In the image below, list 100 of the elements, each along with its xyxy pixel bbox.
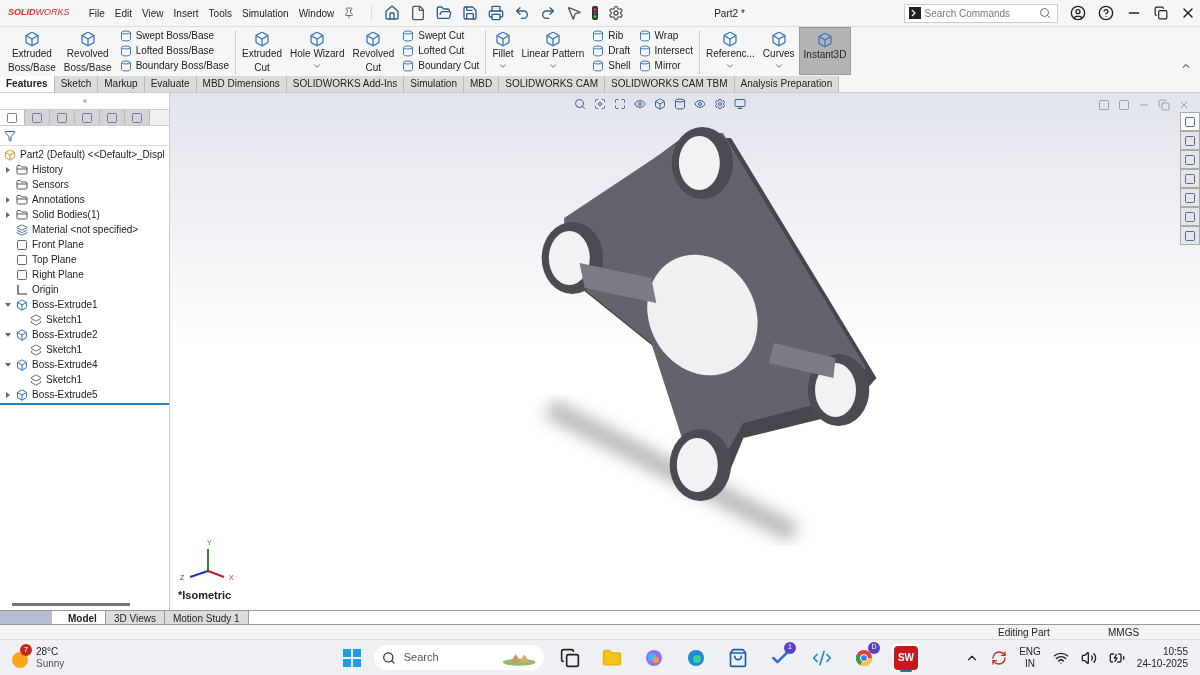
tree-item[interactable]: Boss-Extrude1 <box>32 297 98 312</box>
tree-item[interactable]: Solid Bodies(1) <box>32 207 100 222</box>
tree-item[interactable]: Material <not specified> <box>32 222 139 237</box>
tree-item[interactable]: Right Plane <box>32 267 84 282</box>
expand-arrow-icon[interactable] <box>5 211 11 218</box>
ribbon-button[interactable]: Referenc... <box>701 27 759 75</box>
tree-item[interactable]: Boss-Extrude2 <box>32 327 98 342</box>
traffic-light-icon[interactable] <box>592 6 599 20</box>
language-text[interactable]: ENG <box>1019 645 1041 658</box>
ribbon-button[interactable]: Instant3D <box>798 27 852 75</box>
view-tool-icon[interactable] <box>614 98 626 110</box>
filter-icon[interactable] <box>4 129 16 142</box>
view-tool-icon[interactable] <box>734 98 746 110</box>
ribbon-button[interactable]: Mirror <box>634 59 697 73</box>
panel-tab[interactable] <box>100 110 125 125</box>
tab[interactable]: 3D Views <box>105 611 165 624</box>
ribbon-button[interactable]: Swept Cut <box>398 29 484 43</box>
panel-tab[interactable] <box>0 110 25 125</box>
ribbon-button[interactable]: Lofted Boss/Base <box>115 44 233 58</box>
task-pane-tab[interactable] <box>1180 150 1200 169</box>
view-tool-icon[interactable] <box>674 98 686 110</box>
settings-icon[interactable] <box>608 5 625 21</box>
view-tool-icon[interactable] <box>574 98 586 110</box>
collapse-arrow-icon[interactable] <box>5 301 11 308</box>
tree-item[interactable]: Sketch1 <box>46 372 83 387</box>
ribbon-button[interactable]: Swept Boss/Base <box>115 29 233 43</box>
task-pane-tab[interactable] <box>1180 169 1200 188</box>
tree-root[interactable]: Part2 (Default) <<Default>_Displ <box>20 147 165 162</box>
tab[interactable]: Motion Study 1 <box>164 611 249 624</box>
task-pane-tab[interactable] <box>1180 188 1200 207</box>
units-text[interactable]: MMGS <box>1108 624 1168 640</box>
new-file-icon[interactable] <box>410 5 427 21</box>
tree-item[interactable]: Origin <box>32 282 59 297</box>
search-input[interactable]: Search Commands <box>924 5 1035 21</box>
view-tool-icon[interactable] <box>714 98 726 110</box>
tree-item[interactable]: Front Plane <box>32 237 84 252</box>
view-tool-icon[interactable] <box>694 98 706 110</box>
taskbar-search-field[interactable]: Search <box>374 645 544 670</box>
panel-tab[interactable] <box>25 110 50 125</box>
tree-item[interactable]: Boss-Extrude5 <box>32 387 98 402</box>
windows-start-icon[interactable] <box>342 647 362 668</box>
tree-item[interactable]: History <box>32 162 64 177</box>
restore-icon[interactable] <box>1154 6 1168 20</box>
print-icon[interactable] <box>488 5 505 21</box>
menu-item[interactable]: View <box>137 5 169 21</box>
search-field[interactable]: Search Commands <box>903 3 1058 23</box>
menu-item[interactable]: Insert <box>168 5 204 21</box>
tree-item[interactable]: Boss-Extrude4 <box>32 357 98 372</box>
ribbon-button[interactable]: Linear Pattern <box>517 27 589 75</box>
clock-time[interactable]: 10:55 <box>1162 645 1188 658</box>
ribbon-button[interactable]: Curves <box>758 27 799 75</box>
view-tool-icon[interactable] <box>634 98 646 110</box>
collapse-arrow-icon[interactable] <box>5 331 11 338</box>
menu-item[interactable]: Window <box>293 5 340 21</box>
expand-arrow-icon[interactable] <box>5 166 11 173</box>
home-icon[interactable] <box>384 5 401 21</box>
menu-item[interactable]: Simulation <box>236 5 294 21</box>
panel-tab[interactable] <box>75 110 100 125</box>
region-text[interactable]: IN <box>1025 657 1035 670</box>
ribbon-button[interactable]: Extruded Cut <box>238 27 287 75</box>
expand-arrow-icon[interactable] <box>5 196 11 203</box>
task-pane-tab[interactable] <box>1180 112 1200 131</box>
ribbon-button[interactable]: Boundary Cut <box>398 59 484 73</box>
user-icon[interactable] <box>1070 5 1086 21</box>
ribbon-button[interactable]: Shell <box>588 59 635 73</box>
search-input[interactable]: Search <box>403 649 494 666</box>
pin-icon[interactable] <box>343 7 356 19</box>
ribbon-button[interactable]: Rib <box>588 29 635 43</box>
menu-item[interactable]: Tools <box>203 5 237 21</box>
tree-item[interactable]: Annotations <box>32 192 85 207</box>
ribbon-button[interactable]: Lofted Cut <box>398 44 484 58</box>
ribbon-button[interactable]: Boundary Boss/Base <box>115 59 233 73</box>
ribbon-button[interactable]: Wrap <box>634 29 697 43</box>
task-pane-tab[interactable] <box>1180 207 1200 226</box>
task-pane-tab[interactable] <box>1180 131 1200 150</box>
ribbon-button[interactable]: Fillet <box>488 27 518 75</box>
ribbon-button[interactable]: Intersect <box>634 44 697 58</box>
tree-item[interactable]: Sketch1 <box>46 312 83 327</box>
grip-icon[interactable] <box>82 99 87 103</box>
tree-item[interactable]: Sensors <box>32 177 69 192</box>
panel-tab[interactable] <box>125 110 150 125</box>
volume-icon[interactable] <box>1080 649 1097 666</box>
tree-item[interactable]: Top Plane <box>32 252 77 267</box>
pointer-icon[interactable] <box>566 5 583 21</box>
menu-item[interactable]: File <box>83 5 110 21</box>
help-icon[interactable] <box>1098 5 1114 21</box>
undo-icon[interactable] <box>514 5 531 21</box>
expand-arrow-icon[interactable] <box>5 391 11 398</box>
ribbon-button[interactable]: Revolved Cut <box>348 27 399 75</box>
menu-item[interactable]: Edit <box>109 5 138 21</box>
sync-icon[interactable] <box>991 649 1008 666</box>
task-pane-tab[interactable] <box>1180 226 1200 245</box>
ribbon-button[interactable]: Hole Wizard <box>286 27 349 75</box>
clock-date[interactable]: 24-10-2025 <box>1136 657 1188 670</box>
tree-item[interactable]: Sketch1 <box>46 342 83 357</box>
save-icon[interactable] <box>462 5 479 21</box>
ribbon-button[interactable]: Draft <box>588 44 635 58</box>
collapse-arrow-icon[interactable] <box>5 361 11 368</box>
view-tool-icon[interactable] <box>594 98 606 110</box>
view-tool-icon[interactable] <box>654 98 666 110</box>
